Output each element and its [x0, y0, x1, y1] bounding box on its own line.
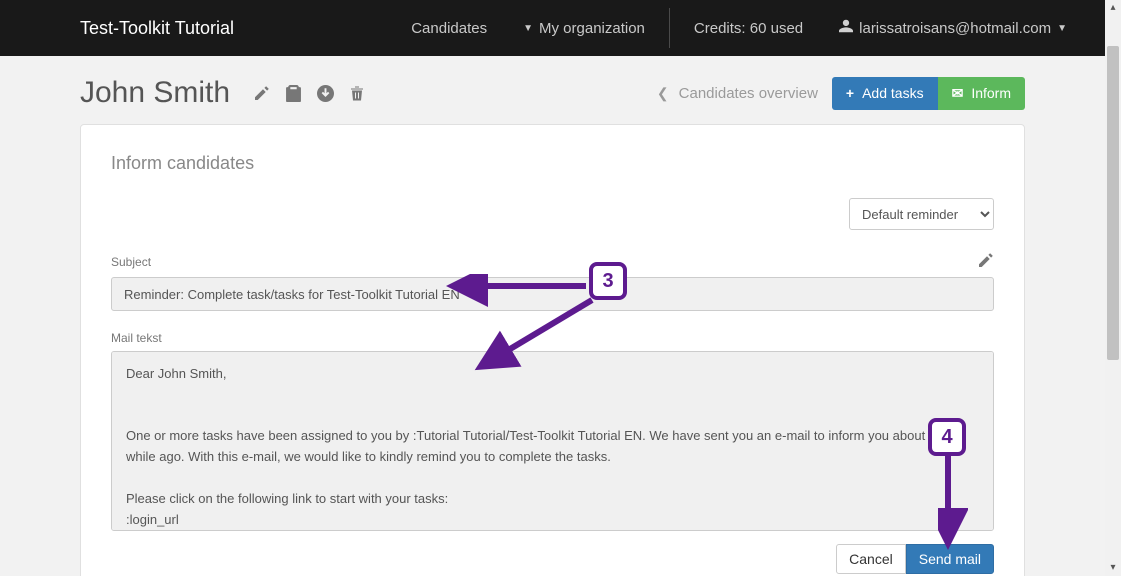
clipboard-icon[interactable] [286, 85, 301, 102]
brand-title: Test-Toolkit Tutorial [20, 18, 234, 39]
cancel-button[interactable]: Cancel [836, 544, 906, 574]
user-icon [839, 19, 853, 37]
plus-icon: + [846, 85, 854, 101]
chevron-left-icon: ❮ [657, 85, 669, 102]
caret-down-icon: ▼ [1057, 23, 1067, 34]
overview-link-label: Candidates overview [679, 85, 818, 102]
add-tasks-label: Add tasks [862, 85, 923, 101]
nav-my-org-label: My organization [539, 20, 645, 37]
page-title: John Smith [80, 76, 230, 110]
candidates-overview-link[interactable]: ❮ Candidates overview [657, 85, 818, 102]
nav-user[interactable]: larissatroisans@hotmail.com ▼ [821, 0, 1085, 56]
scroll-up-icon[interactable]: ▴ [1105, 0, 1121, 16]
scroll-down-icon[interactable]: ▾ [1105, 560, 1121, 576]
envelope-icon: ✉ [952, 85, 964, 102]
page-scrollbar[interactable]: ▴ ▾ [1105, 0, 1121, 576]
mail-body-label: Mail tekst [111, 331, 994, 345]
nav-divider [669, 8, 670, 48]
nav-candidates[interactable]: Candidates [393, 0, 505, 56]
nav-user-label: larissatroisans@hotmail.com [859, 20, 1051, 37]
send-mail-button[interactable]: Send mail [906, 544, 994, 574]
add-tasks-button[interactable]: + Add tasks [832, 77, 938, 110]
download-icon[interactable] [317, 85, 334, 102]
inform-label: Inform [971, 85, 1011, 101]
reminder-select[interactable]: Default reminder [849, 198, 994, 230]
inform-button[interactable]: ✉ Inform [938, 77, 1025, 110]
caret-down-icon: ▼ [523, 23, 533, 34]
edit-icon[interactable] [254, 85, 270, 101]
subject-label: Subject [111, 255, 978, 269]
nav-my-organization[interactable]: ▼ My organization [505, 0, 663, 56]
card-title: Inform candidates [111, 153, 994, 174]
trash-icon[interactable] [350, 85, 364, 102]
nav-credits[interactable]: Credits: 60 used [676, 0, 821, 56]
scroll-thumb[interactable] [1107, 46, 1119, 360]
subject-input[interactable] [111, 277, 994, 311]
edit-subject-icon[interactable] [978, 252, 994, 271]
mail-body-textarea[interactable] [111, 351, 994, 531]
